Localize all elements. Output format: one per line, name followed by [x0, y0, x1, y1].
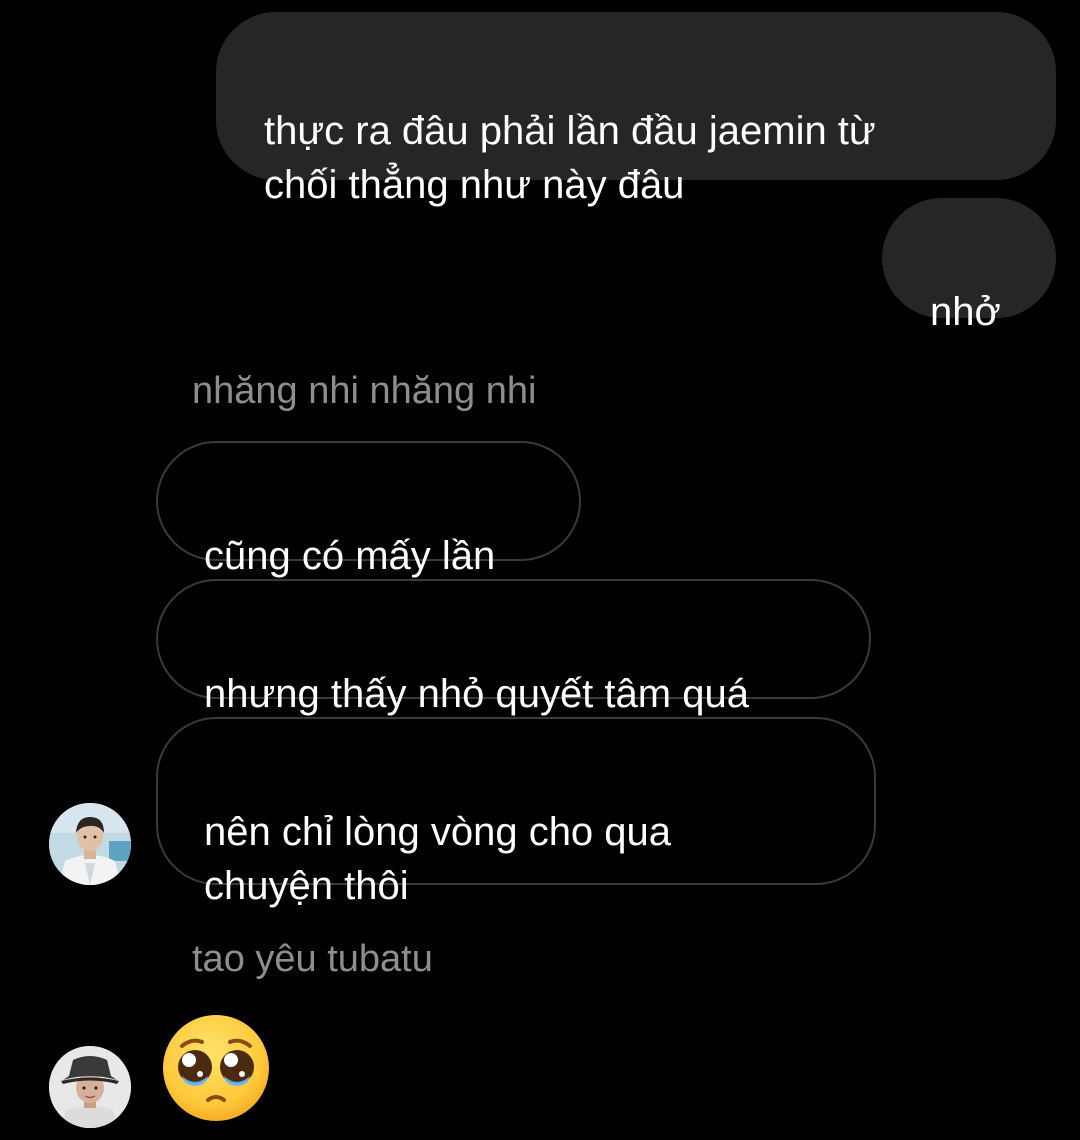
- message-text: cũng có mấy lần: [204, 534, 496, 578]
- incoming-message-bubble[interactable]: nhưng thấy nhỏ quyết tâm quá: [156, 579, 871, 716]
- chat-thread: thực ra đâu phải lần đầu jaemin từ chối …: [0, 0, 1080, 1140]
- outgoing-message-bubble[interactable]: nhở: [882, 198, 1056, 334]
- pleading-face-emoji: [163, 1015, 269, 1121]
- user-photo-avatar-bucket-hat: [49, 1046, 131, 1128]
- sender-avatar[interactable]: [49, 803, 131, 885]
- outgoing-message-bubble[interactable]: thực ra đâu phải lần đầu jaemin từ chối …: [216, 12, 1056, 207]
- incoming-message-bubble[interactable]: nên chỉ lòng vòng cho qua chuyện thôi: [156, 717, 876, 908]
- incoming-message-bubble[interactable]: cũng có mấy lần: [156, 441, 581, 578]
- sender-name: nhăng nhi nhăng nhi: [192, 370, 537, 412]
- message-text: thực ra đâu phải lần đầu jaemin từ chối …: [264, 109, 876, 207]
- message-text: nhưng thấy nhỏ quyết tâm quá: [204, 672, 749, 716]
- sender-name: tao yêu tubatu: [192, 938, 433, 980]
- user-photo-avatar: [49, 803, 131, 885]
- message-text: nhở: [930, 290, 1001, 334]
- message-text: nên chỉ lòng vòng cho qua chuyện thôi: [204, 810, 672, 908]
- sender-avatar[interactable]: [49, 1046, 131, 1128]
- message-emoji[interactable]: [160, 1012, 272, 1124]
